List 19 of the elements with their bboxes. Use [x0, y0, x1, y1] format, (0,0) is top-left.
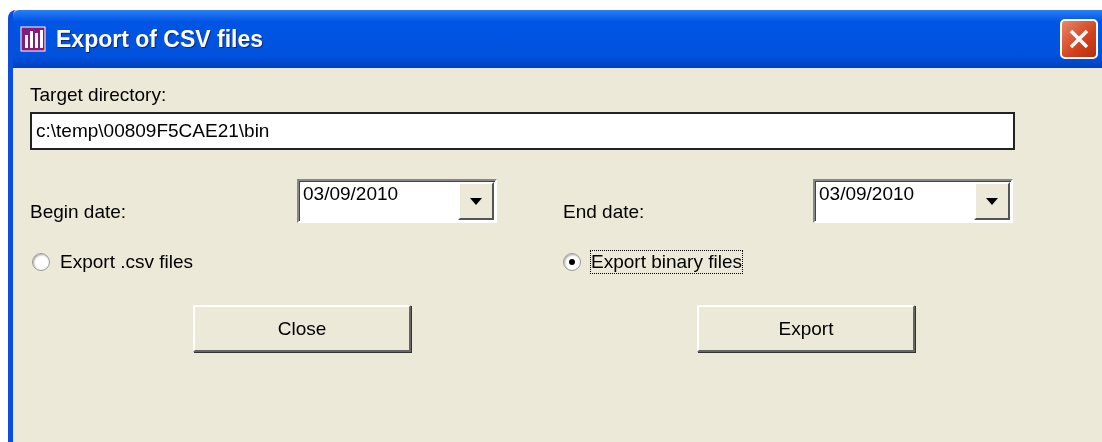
close-icon[interactable] — [1060, 19, 1098, 59]
date-label: End date: — [563, 200, 646, 223]
caret-icon — [986, 197, 998, 205]
option-label[interactable]: Export .csv files — [60, 251, 194, 273]
chart-icon — [20, 26, 46, 52]
radio-button[interactable] — [32, 253, 50, 271]
dropdown-button[interactable] — [974, 182, 1010, 220]
window-title: Export of CSV files — [56, 25, 265, 53]
date-field[interactable]: 03/09/2010 — [297, 179, 497, 223]
radio-button[interactable] — [563, 253, 581, 271]
date-label: Begin date: — [30, 200, 128, 223]
directory-field[interactable]: c:\temp\00809F5CAE21\bin — [30, 112, 1015, 150]
option-label[interactable]: Export binary files — [591, 251, 742, 273]
field-label: Target directory: — [30, 84, 168, 106]
date-field[interactable]: 03/09/2010 — [813, 179, 1013, 223]
caret-icon — [470, 197, 482, 205]
dropdown-button[interactable] — [458, 182, 494, 220]
export-button[interactable]: Export — [697, 305, 915, 352]
close-button[interactable]: Close — [193, 305, 411, 352]
